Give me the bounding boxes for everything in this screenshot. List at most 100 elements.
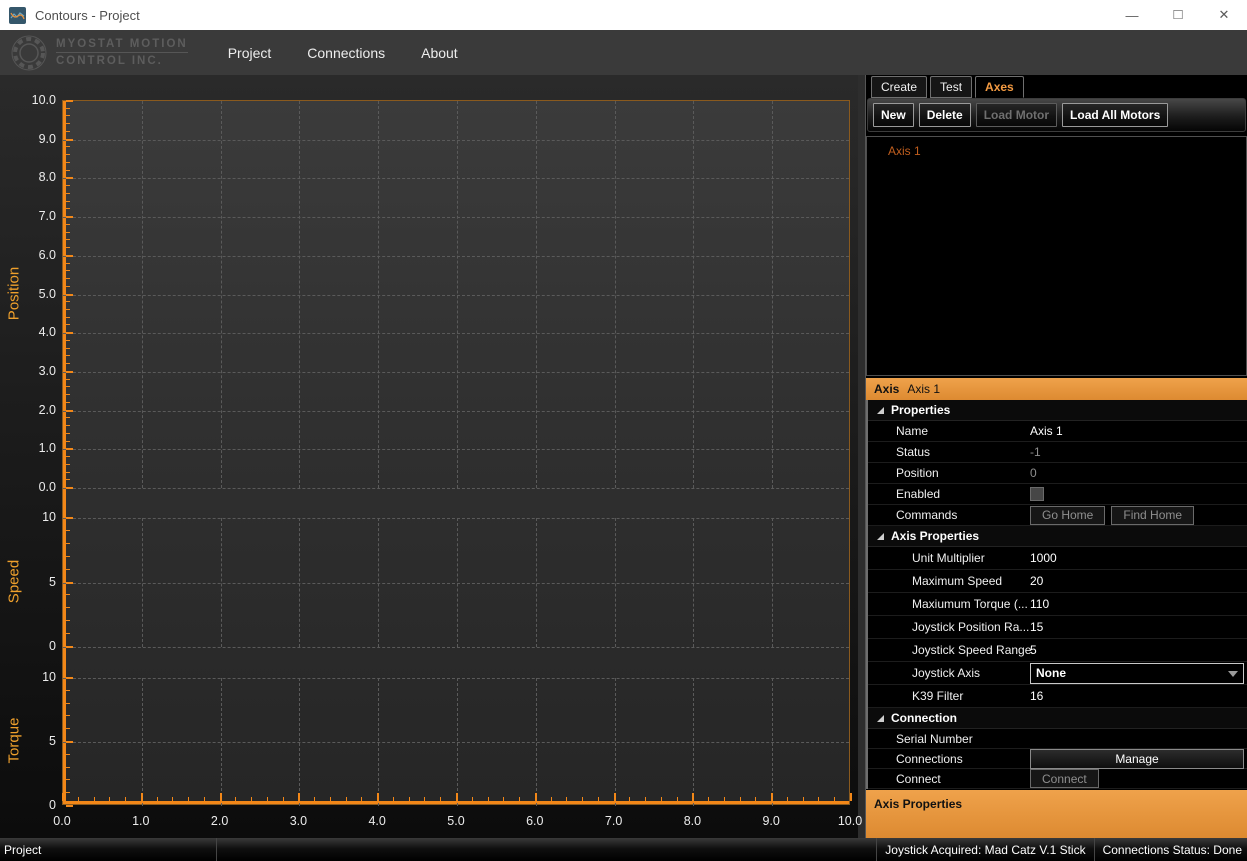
gridline [772,518,773,647]
y-tick [66,441,70,442]
gridline [63,140,849,141]
gridline [378,678,379,806]
y-axis-title-torque: Torque [6,691,23,791]
property-label-connections: Connections [868,752,963,766]
gridline [299,101,300,488]
expander-expanded-icon [877,533,884,540]
delete-button[interactable]: Delete [919,103,971,127]
y-tick [66,363,70,364]
menu-item-connections[interactable]: Connections [293,39,399,67]
y-tick [66,239,70,240]
gridline [63,217,849,218]
y-tick [66,690,70,691]
y-tick-label: 3.0 [0,363,56,379]
property-row-connect: ConnectConnect [868,769,1247,789]
property-value-position: 0 [1030,463,1244,483]
gridline [63,333,849,334]
menu-item-about[interactable]: About [407,39,472,67]
dropdown-value: None [1036,666,1066,680]
section-header-axis-properties[interactable]: Axis Properties [868,526,1247,547]
y-tick [66,332,73,334]
property-value-maximum-speed[interactable]: 20 [1030,570,1244,592]
load-all-motors-button[interactable]: Load All Motors [1062,103,1168,127]
x-tick [235,797,236,801]
property-value-maxiumum-torque[interactable]: 110 [1030,593,1244,615]
panel-splitter[interactable] [858,75,866,838]
section-header-connection[interactable]: Connection [868,708,1247,729]
section-header-properties[interactable]: Properties [868,400,1247,421]
x-tick [125,797,126,801]
menubar: MYOSTAT MOTION CONTROL INC. ProjectConne… [0,30,1247,75]
gridline [63,178,849,179]
y-tick [66,379,70,380]
close-button[interactable]: ✕ [1201,0,1247,30]
x-tick-label: 2.0 [198,814,242,828]
y-tick [66,569,70,570]
joystick-axis-dropdown[interactable]: None [1030,663,1244,684]
chevron-down-icon [1228,671,1238,677]
x-tick [488,797,489,801]
y-tick [66,677,73,679]
y-tick [66,154,70,155]
y-tick [66,170,70,171]
y-tick-label: 9.0 [0,131,56,147]
y-tick [66,417,70,418]
property-value-k39-filter[interactable]: 16 [1030,685,1244,707]
y-tick [66,779,70,780]
tab-create[interactable]: Create [871,76,927,98]
enabled-checkbox[interactable] [1030,487,1044,501]
y-tick [66,805,73,807]
y-tick [66,263,70,264]
property-label-maximum-speed: Maximum Speed [868,574,1002,588]
property-label-connect: Connect [868,772,941,786]
property-row-serial-number: Serial Number [868,729,1247,749]
property-value-joystick-speed-range[interactable]: 5 [1030,639,1244,661]
gridline [378,101,379,488]
minimize-button[interactable]: — [1109,0,1155,30]
value-readonly: 0 [1030,466,1037,480]
logo-line2: CONTROL INC. [56,53,188,67]
gridline [63,449,849,450]
y-tick [66,402,70,403]
property-row-status: Status-1 [868,442,1247,463]
y-tick [66,741,73,743]
gridline [63,583,849,584]
x-tick [582,797,583,801]
menu-item-project[interactable]: Project [214,39,286,67]
gridline [63,256,849,257]
app-window: Contours - Project — □ ✕ MYOSTAT MOTION … [0,0,1247,861]
value-text: 5 [1030,643,1037,657]
x-tick-label: 8.0 [670,814,714,828]
x-tick-label: 3.0 [276,814,320,828]
x-tick [346,797,347,801]
property-value-serial-number[interactable] [1030,729,1244,748]
property-row-position: Position0 [868,463,1247,484]
list-item-axis-1[interactable]: Axis 1 [867,142,1246,160]
y-tick [66,324,70,325]
axis-list[interactable]: Axis 1 [866,136,1247,376]
property-value-joystick-position-ra[interactable]: 15 [1030,616,1244,638]
y-tick [66,386,70,387]
tab-axes[interactable]: Axes [975,76,1024,98]
value-text: 1000 [1030,551,1057,565]
status-joystick: Joystick Acquired: Mad Catz V.1 Stick [877,838,1094,861]
y-tick [66,530,70,531]
x-tick [424,797,425,801]
expander-expanded-icon [877,407,884,414]
plot-area [62,100,850,805]
maximize-button[interactable]: □ [1155,0,1201,30]
x-tick [472,797,473,801]
new-button[interactable]: New [873,103,914,127]
x-tick [692,793,694,801]
selection-header: Axis Axis 1 [866,378,1247,400]
y-tick [66,131,70,132]
property-value-name[interactable]: Axis 1 [1030,421,1244,441]
manage-button[interactable]: Manage [1030,749,1244,769]
property-value-unit-multiplier[interactable]: 1000 [1030,547,1244,569]
value-text: 110 [1030,597,1049,611]
tab-test[interactable]: Test [930,76,972,98]
gridline [615,101,616,488]
y-tick [66,410,73,412]
selection-name: Axis 1 [907,382,940,396]
gridline [221,678,222,806]
